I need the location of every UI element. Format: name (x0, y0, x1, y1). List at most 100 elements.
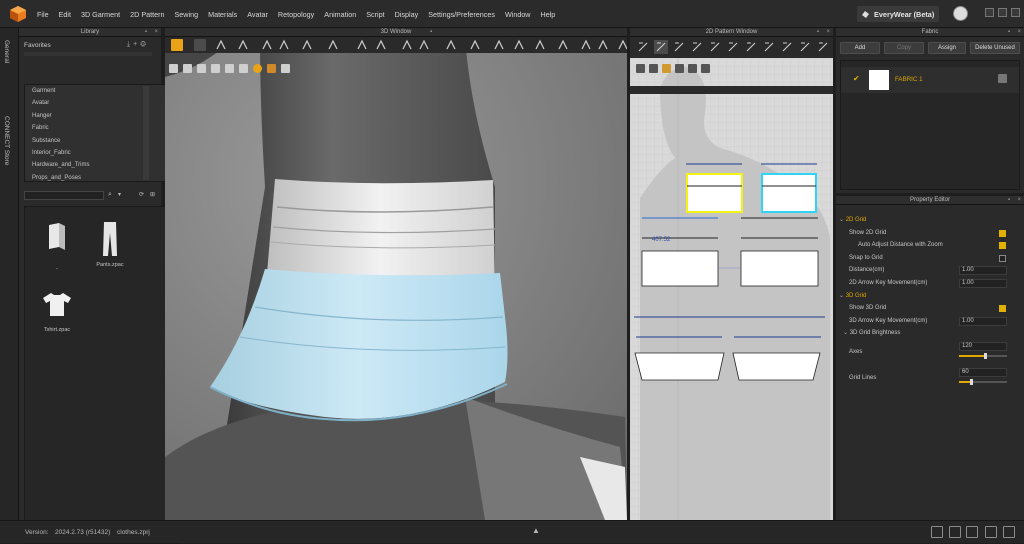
pattern-export-icon[interactable] (701, 64, 710, 73)
slider-value-input[interactable]: 60 (959, 367, 1007, 377)
transform-icon[interactable] (301, 39, 313, 51)
library-search-input[interactable] (24, 191, 104, 200)
menu-settings-preferences[interactable]: Settings/Preferences (428, 10, 495, 19)
property-value-input[interactable]: 1.00 (959, 266, 1007, 276)
pattern-texture-icon[interactable] (662, 64, 671, 73)
select-icon[interactable] (194, 39, 206, 51)
texture-2d-icon[interactable] (762, 40, 776, 54)
pattern-shadow-icon[interactable] (649, 64, 658, 73)
pattern-grid-icon[interactable] (744, 40, 758, 54)
layout-grid-icon[interactable] (985, 526, 997, 538)
property-value-input[interactable]: 1.00 (959, 279, 1007, 288)
fabric-assign-button[interactable]: Assign (928, 42, 966, 54)
favorite-settings-icon[interactable]: ⚙ (140, 41, 149, 48)
collapse-arrow-icon[interactable]: ⌄ (839, 293, 846, 299)
menu-display[interactable]: Display (395, 10, 419, 19)
tab-connect-store[interactable]: CONNECT Store (3, 116, 10, 165)
sewing-2d-icon[interactable] (798, 40, 812, 54)
cut-icon[interactable] (816, 40, 830, 54)
fabric-add-button[interactable]: Add (840, 42, 880, 54)
menu-materials[interactable]: Materials (208, 10, 237, 19)
library-refresh-icon[interactable]: ⟳ (139, 191, 144, 198)
property-row[interactable]: ⌄ 3D Grid Brightness (839, 327, 1019, 340)
file-item-parent[interactable]: .. (37, 221, 77, 271)
fold-icon[interactable] (237, 39, 249, 51)
search-dropdown-icon[interactable]: ▾ (118, 191, 121, 198)
expand-up-icon[interactable]: ▲ (532, 526, 540, 535)
property-checkbox[interactable] (999, 229, 1006, 237)
app-logo-icon[interactable] (9, 5, 27, 23)
measure-icon[interactable] (375, 39, 387, 51)
pattern-transform-icon[interactable] (636, 40, 650, 54)
fabric-close-icon[interactable]: × (1017, 28, 1021, 37)
trim-icon[interactable] (534, 39, 546, 51)
3d-window-pin-icon[interactable]: ▪ (430, 28, 432, 37)
file-item-pants[interactable]: Pants.zpac (90, 221, 130, 268)
pattern-fill-icon[interactable] (688, 64, 697, 73)
collapse-arrow-icon[interactable]: ⌄ (839, 217, 846, 223)
strain-icon[interactable] (239, 64, 248, 73)
2d-pattern-float-icon[interactable]: ▪ (817, 28, 819, 37)
menu-script[interactable]: Script (366, 10, 384, 19)
layout-split-icon[interactable] (949, 526, 961, 538)
menu-help[interactable]: Help (541, 10, 556, 19)
property-checkbox[interactable] (999, 242, 1006, 250)
sewing-icon[interactable] (401, 39, 413, 51)
3d-scene[interactable] (165, 37, 627, 520)
property-float-icon[interactable]: ▪ (1008, 196, 1010, 205)
fold-arrangement-icon[interactable] (726, 40, 740, 54)
pattern-view-icon[interactable] (636, 64, 645, 73)
menu-avatar[interactable]: Avatar (247, 10, 268, 19)
tab-general[interactable]: General (3, 40, 10, 63)
property-checkbox[interactable] (999, 254, 1006, 262)
garment-display-icon[interactable] (183, 64, 192, 73)
fit-icon[interactable] (617, 39, 627, 51)
light-icon[interactable] (281, 64, 290, 73)
library-close-icon[interactable]: × (154, 28, 158, 37)
slider-handle[interactable] (983, 353, 987, 359)
segment-icon[interactable] (418, 39, 430, 51)
buttonhole-icon[interactable] (493, 39, 505, 51)
3d-window[interactable]: 3D Window ▪ (165, 28, 627, 520)
pose-icon[interactable] (597, 39, 609, 51)
zipper-icon[interactable] (513, 39, 525, 51)
user-avatar-icon[interactable] (953, 6, 968, 21)
rectangle-icon[interactable] (672, 40, 686, 54)
trace-icon[interactable] (780, 40, 794, 54)
close-window-button[interactable] (1011, 8, 1020, 17)
slider-track[interactable] (959, 378, 1007, 385)
avatar-pose-icon[interactable] (356, 39, 368, 51)
property-value-input[interactable]: 1.00 (959, 316, 1007, 326)
menu-sewing[interactable]: Sewing (175, 10, 199, 19)
collapse-arrow-icon[interactable]: ⌄ (843, 330, 850, 336)
property-checkbox[interactable] (999, 305, 1006, 313)
tack-icon[interactable] (261, 39, 273, 51)
fabric-float-icon[interactable]: ▪ (1008, 28, 1010, 37)
library-float-icon[interactable]: ▪ (145, 28, 147, 37)
selection-icon[interactable] (557, 39, 569, 51)
layout-single-icon[interactable] (931, 526, 943, 538)
pin-icon[interactable] (278, 39, 290, 51)
minimize-button[interactable] (985, 8, 994, 17)
fabric-delete-unused-button[interactable]: Delete Unused (970, 42, 1020, 54)
texture-icon[interactable] (197, 64, 206, 73)
shadow-icon[interactable] (267, 64, 276, 73)
slider-track[interactable] (959, 353, 1007, 359)
iron-icon[interactable] (327, 39, 339, 51)
internal-line-icon[interactable] (690, 40, 704, 54)
library-tree-scrollbar[interactable] (143, 86, 149, 180)
avatar-display-icon[interactable] (169, 64, 178, 73)
mesh-icon[interactable] (211, 64, 220, 73)
slider-value-input[interactable]: 120 (959, 342, 1007, 351)
menu-retopology[interactable]: Retopology (278, 10, 314, 19)
menu-animation[interactable]: Animation (324, 10, 356, 19)
edit-point-icon[interactable] (654, 40, 668, 54)
layout-3d-icon[interactable] (966, 526, 978, 538)
fabric-options-icon[interactable] (998, 74, 1007, 83)
pressure-icon[interactable] (225, 64, 234, 73)
property-row[interactable]: ⌄ 3D Grid (839, 290, 1019, 303)
restore-button[interactable] (998, 8, 1007, 17)
topstitch-icon[interactable] (445, 39, 457, 51)
fabric-copy-button[interactable]: Copy (884, 42, 924, 54)
snap-icon[interactable] (580, 39, 592, 51)
